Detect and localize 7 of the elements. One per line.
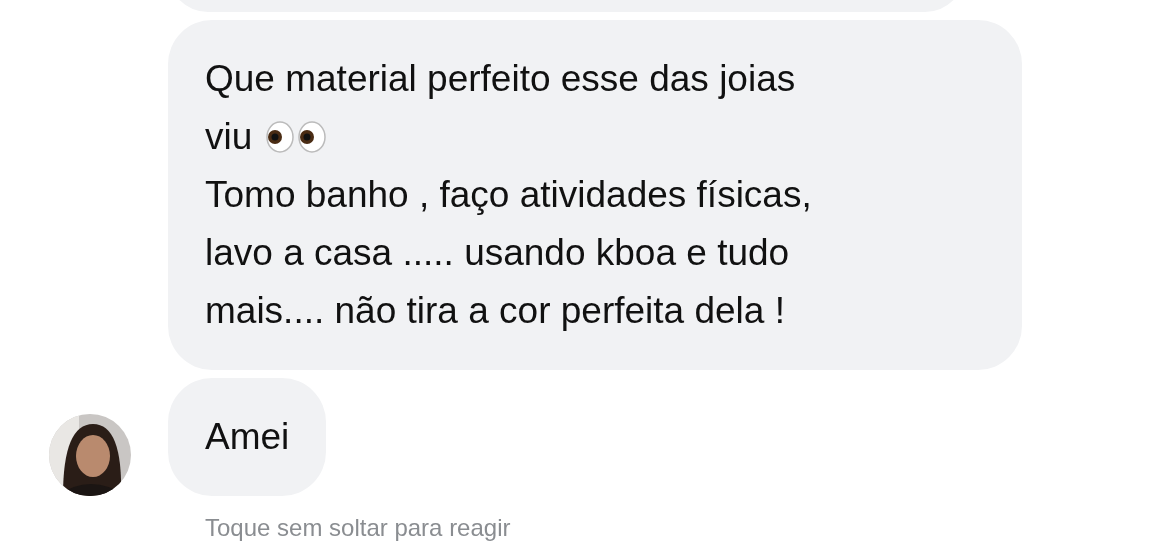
message-text: Que material perfeito esse das joias	[205, 57, 796, 101]
message-text: mais.... não tira a cor perfeita dela !	[205, 289, 785, 333]
hint-text: Toque sem soltar para reagir	[205, 513, 512, 543]
message-text: Tomo banho , faço atividades físicas,	[205, 173, 812, 217]
message-text: Amei	[205, 415, 290, 459]
message-text: lavo a casa ..... usando kboa e tudo	[205, 231, 790, 275]
message-text: viu	[205, 115, 253, 159]
